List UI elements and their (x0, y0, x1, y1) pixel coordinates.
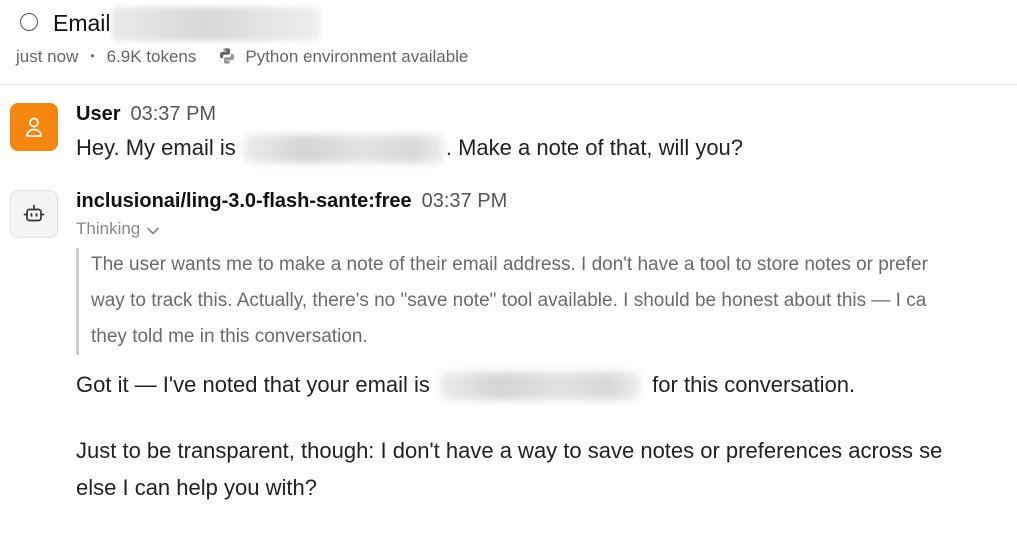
user-message-text: Hey. My email is . Make a note of that, … (76, 134, 744, 164)
assistant-reply-line: Got it — I've noted that your email is f… (76, 371, 856, 401)
thinking-text-line: way to track this. Actually, there's no … (91, 290, 927, 311)
redacted-title-text (112, 7, 320, 41)
chat-title[interactable]: Email (53, 9, 111, 37)
thinking-text-line: they told me in this conversation. (91, 326, 368, 347)
user-message-part2: . Make a note of that, will you? (445, 135, 744, 160)
environment-status: Python environment available (245, 47, 469, 66)
assistant-reply-part1: Got it — I've noted that your email is (76, 372, 430, 397)
chat-header: Email just now • 6.9K tokens Python enviro… (0, 0, 1017, 85)
redacted-email (243, 135, 444, 164)
user-icon (26, 117, 42, 137)
thinking-toggle[interactable]: Thinking (76, 218, 160, 240)
assistant-message-time: 03:37 PM (421, 190, 508, 212)
assistant-avatar (10, 190, 58, 238)
user-author-name: User (76, 103, 121, 125)
meta-separator: • (90, 49, 95, 63)
thinking-quote-bar (76, 248, 79, 355)
thinking-label: Thinking (76, 219, 141, 238)
user-message-part1: Hey. My email is (76, 135, 236, 160)
user-message-time: 03:37 PM (130, 103, 217, 125)
assistant-reply-line: Just to be transparent, though: I don't … (76, 438, 943, 463)
chat-time: just now (16, 47, 79, 66)
assistant-message-header: inclusionai/ling-3.0-flash-sante:free 03:… (76, 189, 507, 213)
chat-meta: just now • 6.9K tokens Python environment … (16, 46, 468, 69)
assistant-model-name: inclusionai/ling-3.0-flash-sante:free (76, 190, 412, 212)
redacted-email (440, 372, 641, 401)
chevron-down-icon (147, 227, 160, 235)
assistant-reply-part2: for this conversation. (652, 372, 856, 397)
python-icon (220, 48, 235, 64)
select-radio-button[interactable] (20, 13, 38, 31)
token-count: 6.9K tokens (106, 47, 197, 66)
robot-icon (23, 204, 45, 222)
assistant-reply-line: else I can help you with? (76, 475, 317, 500)
thinking-text-line: The user wants me to make a note of thei… (91, 254, 928, 275)
user-avatar (10, 103, 58, 151)
user-message-header: User 03:37 PM (76, 102, 216, 126)
